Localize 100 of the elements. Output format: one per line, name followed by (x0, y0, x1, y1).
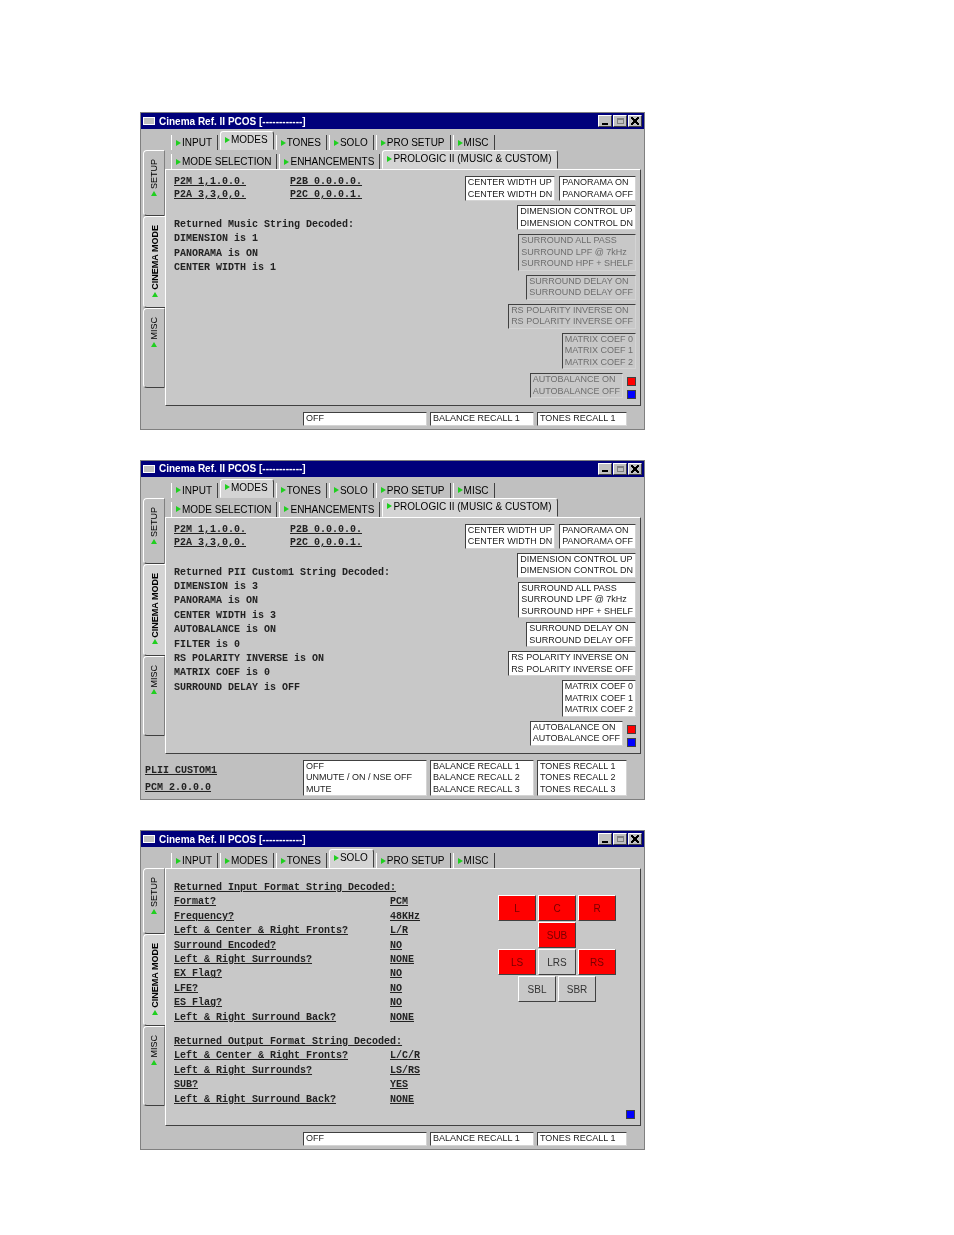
tab[interactable]: MODE SELECTION (171, 501, 278, 517)
tab[interactable]: PROLOGIC II (MUSIC & CUSTOM) (382, 150, 558, 169)
list-item[interactable]: BALANCE RECALL 3 (433, 783, 531, 795)
option-item[interactable]: PANORAMA OFF (562, 188, 633, 200)
list-item[interactable]: BALANCE RECALL 1 (433, 760, 531, 772)
list-box[interactable]: BALANCE RECALL 1 BALANCE RECALL 2 BALANCE RECALL 3 (430, 759, 534, 796)
minimize-button[interactable] (598, 833, 612, 845)
side-tab[interactable]: CINEMA MODE (143, 934, 167, 1026)
option-item[interactable]: PANORAMA ON (562, 524, 633, 536)
option-item[interactable]: AUTOBALANCE OFF (532, 733, 620, 745)
option-list[interactable]: DIMENSION CONTROL UP DIMENSION CONTROL DN (517, 205, 636, 230)
option-list[interactable]: PANORAMA ON PANORAMA OFF (559, 176, 636, 201)
option-item[interactable]: RS POLARITY INVERSE OFF (511, 663, 633, 675)
list-item[interactable]: BALANCE RECALL 2 (433, 772, 531, 784)
speaker-button[interactable]: SBR (558, 976, 596, 1002)
option-list[interactable]: PANORAMA ON PANORAMA OFF (559, 523, 636, 549)
tab[interactable]: PROLOGIC II (MUSIC & CUSTOM) (382, 497, 558, 517)
option-item[interactable]: PANORAMA OFF (562, 536, 633, 548)
option-item[interactable]: MATRIX COEF 0 (564, 681, 633, 693)
status-text: PLII CUSTOM1 (145, 763, 218, 778)
side-tab[interactable]: SETUP (143, 497, 165, 564)
field-label: Left & Right Surround Back? (174, 1092, 338, 1107)
minimize-button[interactable] (598, 115, 612, 127)
option-item[interactable]: SURROUND HPF + SHELF (521, 605, 633, 617)
option-item[interactable]: MATRIX COEF 1 (564, 692, 633, 704)
tab[interactable]: MODES (220, 478, 274, 498)
triangle-icon (176, 506, 181, 512)
side-tab[interactable]: SETUP (143, 868, 165, 934)
option-item[interactable]: SURROUND LPF @ 7kHz (521, 594, 633, 606)
list-item[interactable]: TONES RECALL 3 (540, 783, 624, 795)
maximize-button[interactable] (613, 833, 627, 845)
close-button[interactable] (628, 833, 642, 845)
option-item[interactable]: CENTER WIDTH UP (467, 177, 553, 189)
window-title: Cinema Ref. II PCOS [------------] (159, 833, 307, 845)
minimize-button[interactable] (598, 462, 612, 475)
field-value: PCM (390, 895, 408, 910)
option-list[interactable]: RS POLARITY INVERSE ON RS POLARITY INVERSE OFF (508, 651, 636, 676)
side-tab[interactable]: MISC (143, 1026, 165, 1106)
status-line: PANORAMA is ON (174, 246, 259, 261)
option-item[interactable]: DIMENSION CONTROL DN (520, 565, 633, 577)
side-tab[interactable]: MISC (143, 655, 165, 736)
tab[interactable]: ENHANCEMENTS (279, 501, 381, 517)
option-item[interactable]: CENTER WIDTH DN (467, 188, 553, 200)
tab[interactable]: TONES (275, 482, 327, 498)
list-item[interactable]: OFF (306, 760, 424, 772)
list-item[interactable]: UNMUTE / ON / NSE OFF (306, 772, 424, 784)
triangle-icon (387, 503, 393, 509)
option-list[interactable]: CENTER WIDTH UP CENTER WIDTH DN (464, 176, 556, 201)
speaker-button[interactable]: SBL (518, 976, 556, 1002)
field-label: Frequency? (174, 909, 235, 924)
side-tab[interactable]: CINEMA MODE (143, 563, 167, 656)
field-label: Left & Center & Right Fronts? (174, 1049, 350, 1064)
tab[interactable]: SOLO (328, 482, 374, 498)
option-item[interactable]: DIMENSION CONTROL UP (520, 206, 633, 218)
option-list[interactable]: CENTER WIDTH UP CENTER WIDTH DN (464, 523, 556, 549)
field-value: NO (390, 967, 402, 982)
speaker-button[interactable]: LRS (538, 949, 576, 975)
tab[interactable]: TONES (275, 135, 327, 150)
tab[interactable]: MISC (452, 482, 495, 498)
option-item[interactable]: SURROUND DELAY ON (529, 623, 633, 635)
triangle-icon (176, 139, 181, 146)
side-tab[interactable]: CINEMA MODE (143, 216, 167, 308)
option-list[interactable]: MATRIX COEF 0 MATRIX COEF 1 MATRIX COEF 2 (561, 680, 636, 717)
triangle-icon (457, 487, 463, 493)
tab[interactable]: PRO SETUP (375, 482, 451, 498)
option-list[interactable]: AUTOBALANCE ON AUTOBALANCE OFF (529, 720, 623, 746)
tab[interactable]: INPUT (171, 135, 218, 150)
tab[interactable]: SOLO (328, 849, 374, 868)
tab[interactable]: INPUT (171, 482, 218, 498)
field-label: ES Flag? (174, 996, 223, 1011)
list-item[interactable]: TONES RECALL 1 (540, 760, 624, 772)
list-box[interactable]: OFF UNMUTE / ON / NSE OFF MUTE (303, 759, 427, 796)
option-item[interactable]: PANORAMA ON (562, 177, 633, 189)
status-line: Returned Music String Decoded: (174, 218, 356, 232)
option-list[interactable]: SURROUND ALL PASS SURROUND LPF @ 7kHz SURROUND HPF + SHELF (518, 581, 636, 618)
tab[interactable]: SOLO (328, 135, 374, 150)
list-item[interactable]: TONES RECALL 2 (540, 772, 624, 784)
option-list[interactable]: SURROUND DELAY ON SURROUND DELAY OFF (526, 622, 636, 647)
option-item[interactable]: MATRIX COEF 2 (564, 704, 633, 716)
option-item[interactable]: SURROUND DELAY OFF (529, 634, 633, 646)
tab[interactable]: MODES (220, 131, 274, 150)
side-tab[interactable]: SETUP (143, 150, 165, 216)
option-item[interactable]: CENTER WIDTH DN (467, 536, 553, 548)
maximize-button[interactable] (613, 462, 627, 475)
side-tab[interactable]: MISC (143, 308, 165, 388)
option-item[interactable]: CENTER WIDTH UP (467, 524, 553, 536)
option-item[interactable]: DIMENSION CONTROL UP (520, 553, 633, 565)
maximize-button[interactable] (613, 115, 627, 127)
triangle-icon (152, 639, 158, 645)
triangle-icon (225, 857, 230, 864)
option-item[interactable]: SURROUND ALL PASS (521, 582, 633, 594)
close-button[interactable] (628, 115, 642, 127)
option-item[interactable]: DIMENSION CONTROL DN (520, 217, 633, 229)
list-item[interactable]: MUTE (306, 783, 424, 795)
option-item[interactable]: AUTOBALANCE ON (532, 721, 620, 733)
option-list[interactable]: DIMENSION CONTROL UP DIMENSION CONTROL DN (517, 552, 636, 578)
close-button[interactable] (628, 462, 642, 475)
option-item[interactable]: RS POLARITY INVERSE ON (511, 652, 633, 664)
list-box[interactable]: TONES RECALL 1 TONES RECALL 2 TONES RECALL 3 (537, 759, 627, 796)
triangle-icon (280, 139, 286, 146)
